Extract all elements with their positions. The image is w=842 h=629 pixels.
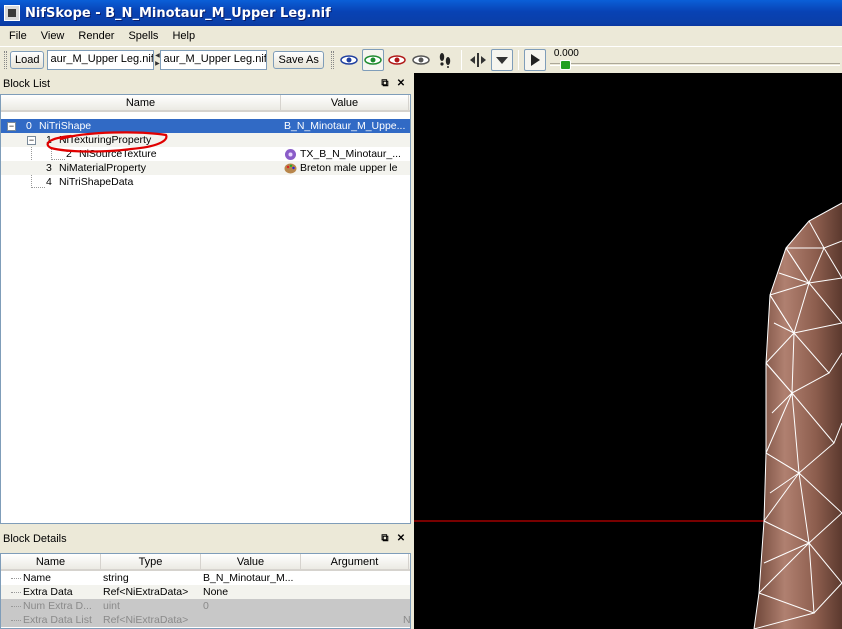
field-argument bbox=[403, 599, 410, 613]
block-details-header: Block Details ⧉ ✕ bbox=[0, 530, 411, 548]
block-details-columns: Name Type Value Argument bbox=[1, 554, 410, 571]
block-list-header: Block List ⧉ ✕ bbox=[0, 75, 411, 93]
right-arrow-icon: ▶ bbox=[155, 61, 160, 67]
view-red-eye-icon[interactable] bbox=[386, 49, 408, 71]
column-type[interactable]: Type bbox=[101, 554, 201, 569]
menu-help[interactable]: Help bbox=[165, 30, 202, 42]
field-value[interactable]: B_N_Minotaur_M... bbox=[203, 571, 299, 585]
block-list-title: Block List bbox=[3, 78, 51, 90]
field-argument bbox=[403, 585, 410, 599]
load-path-input[interactable]: aur_M_Upper Leg.nif bbox=[47, 50, 155, 70]
block-name: NiMaterialProperty bbox=[59, 162, 146, 174]
column-value[interactable]: Value bbox=[281, 95, 409, 110]
column-name[interactable]: Name bbox=[1, 95, 281, 110]
view-green-eye-icon[interactable] bbox=[361, 49, 384, 71]
menu-render[interactable]: Render bbox=[71, 30, 121, 42]
detail-row[interactable]: Extra Data Ref<NiExtraData> None bbox=[1, 585, 410, 599]
render-viewport[interactable] bbox=[414, 73, 842, 629]
block-name: NiTriShapeData bbox=[59, 176, 134, 188]
window-title: NifSkope - B_N_Minotaur_M_Upper Leg.nif bbox=[25, 5, 331, 21]
menu-spells[interactable]: Spells bbox=[121, 30, 165, 42]
mesh-render bbox=[414, 202, 842, 629]
tree-guide bbox=[11, 620, 21, 621]
float-icon[interactable]: ⧉ bbox=[379, 533, 391, 545]
view-blue-eye-icon[interactable] bbox=[338, 49, 360, 71]
field-name: Extra Data List bbox=[23, 614, 92, 626]
nifskope-app-icon bbox=[4, 5, 20, 21]
detail-row[interactable]: Name string B_N_Minotaur_M... bbox=[1, 571, 410, 585]
block-value bbox=[284, 175, 408, 189]
detail-row[interactable]: Extra Data List Ref<NiExtraData> N bbox=[1, 613, 410, 627]
menu-view[interactable]: View bbox=[34, 30, 72, 42]
tree-guide bbox=[11, 592, 21, 593]
field-name: Num Extra D... bbox=[23, 600, 92, 612]
toolbar-grip[interactable] bbox=[4, 51, 7, 69]
view-grey-eye-icon[interactable] bbox=[410, 49, 432, 71]
footprints-icon[interactable] bbox=[434, 49, 456, 71]
field-type: Ref<NiExtraData> bbox=[103, 614, 189, 626]
red-highlight-annotation bbox=[46, 131, 168, 153]
texture-icon bbox=[284, 147, 298, 161]
block-list-panel: Name Value − 0 NiTriShape B_N_Minotaur_M… bbox=[0, 94, 411, 524]
field-argument bbox=[403, 571, 410, 585]
tree-row[interactable]: 4 NiTriShapeData bbox=[1, 175, 410, 189]
time-slider[interactable]: 0.000 bbox=[549, 48, 840, 72]
play-icon[interactable] bbox=[523, 49, 546, 71]
dropdown-icon[interactable] bbox=[490, 49, 513, 71]
menu-file[interactable]: File bbox=[2, 30, 34, 42]
block-index: 0 bbox=[26, 120, 32, 132]
toolbar: Load aur_M_Upper Leg.nif ◀ ▶ aur_M_Upper … bbox=[0, 46, 842, 73]
toolbar-separator bbox=[460, 50, 462, 70]
detail-row[interactable]: Num Extra D... uint 0 bbox=[1, 599, 410, 613]
field-type: string bbox=[103, 572, 129, 584]
block-value: Breton male upper le bbox=[300, 162, 398, 174]
toolbar-separator-2 bbox=[517, 50, 519, 70]
field-argument: N bbox=[403, 614, 411, 626]
close-icon[interactable]: ✕ bbox=[395, 533, 407, 545]
slider-track[interactable] bbox=[549, 63, 840, 66]
field-value[interactable]: 0 bbox=[203, 599, 299, 613]
field-name: Extra Data bbox=[23, 586, 73, 598]
palette-icon bbox=[284, 161, 298, 175]
block-details-title: Block Details bbox=[3, 533, 67, 545]
time-value: 0.000 bbox=[553, 48, 579, 59]
save-as-button[interactable]: Save As bbox=[273, 51, 324, 69]
field-value[interactable] bbox=[203, 613, 299, 627]
move-icon[interactable] bbox=[467, 49, 489, 71]
block-index: 3 bbox=[46, 162, 52, 174]
tree-row[interactable]: 3 NiMaterialProperty Breton male upper l… bbox=[1, 161, 410, 175]
slider-thumb[interactable] bbox=[559, 60, 571, 70]
block-value bbox=[284, 133, 408, 147]
float-icon[interactable]: ⧉ bbox=[379, 78, 391, 90]
block-index: 4 bbox=[46, 176, 52, 188]
title-bar: NifSkope - B_N_Minotaur_M_Upper Leg.nif bbox=[0, 0, 842, 26]
column-name[interactable]: Name bbox=[1, 554, 101, 569]
left-arrow-icon: ◀ bbox=[155, 53, 160, 59]
close-icon[interactable]: ✕ bbox=[395, 78, 407, 90]
block-list-columns: Name Value bbox=[1, 95, 410, 112]
load-button[interactable]: Load bbox=[10, 51, 45, 69]
save-path-input[interactable]: aur_M_Upper Leg.nif bbox=[160, 50, 268, 70]
collapse-icon[interactable]: − bbox=[7, 122, 16, 131]
menu-bar: File View Render Spells Help bbox=[0, 26, 842, 45]
toolbar-grip-2[interactable] bbox=[330, 51, 334, 69]
tree-guide bbox=[11, 578, 21, 579]
field-value[interactable]: None bbox=[203, 585, 299, 599]
field-name: Name bbox=[23, 572, 52, 584]
tree-guide bbox=[11, 606, 21, 607]
block-details-panel: Name Type Value Argument Name string B_N… bbox=[0, 553, 411, 629]
column-argument[interactable]: Argument bbox=[301, 554, 409, 569]
block-value: B_N_Minotaur_M_Uppe... bbox=[284, 120, 406, 132]
block-value: TX_B_N_Minotaur_... bbox=[300, 148, 401, 160]
column-value[interactable]: Value bbox=[201, 554, 301, 569]
collapse-icon[interactable]: − bbox=[27, 136, 36, 145]
field-type: uint bbox=[103, 600, 120, 612]
field-type: Ref<NiExtraData> bbox=[103, 586, 189, 598]
